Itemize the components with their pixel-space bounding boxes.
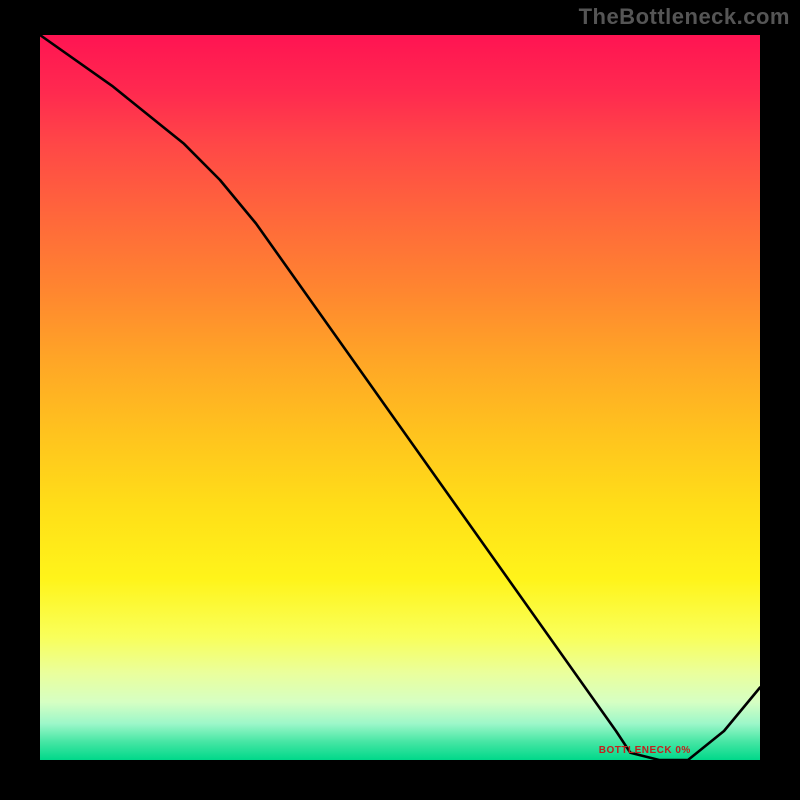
chart-container: TheBottleneck.com BOTTLENECK 0% bbox=[0, 0, 800, 800]
plot-area: BOTTLENECK 0% bbox=[40, 35, 760, 760]
bottleneck-line bbox=[40, 35, 760, 760]
line-overlay bbox=[40, 35, 760, 760]
annotation-bottleneck-zero: BOTTLENECK 0% bbox=[599, 745, 691, 756]
watermark-text: TheBottleneck.com bbox=[579, 4, 790, 30]
